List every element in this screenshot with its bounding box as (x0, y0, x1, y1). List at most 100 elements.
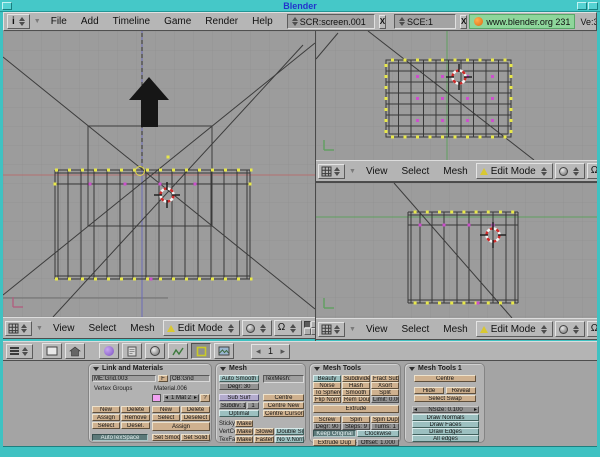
frame-prev-icon[interactable]: ◂ (256, 346, 261, 357)
editor-type-button[interactable] (5, 321, 32, 336)
spin-dup-button[interactable]: Spin Dup (371, 416, 399, 423)
menu-timeline[interactable]: Timeline (107, 16, 156, 27)
viewport-side[interactable] (316, 183, 597, 318)
panel-mesh-tools[interactable]: Mesh Tools Beauty Subdivide Fract Sub No… (309, 363, 401, 443)
material-deselect-button[interactable]: Deselect (181, 414, 210, 421)
steps-spinner[interactable]: Steps: 9 (342, 423, 370, 430)
degr-spinner[interactable]: Degr: 90 (313, 423, 341, 430)
hide-button[interactable]: Hide (414, 387, 444, 394)
centre-new-button[interactable]: Centre New (263, 402, 304, 409)
slower-draw-button[interactable]: SlowerD (254, 428, 274, 435)
vertcol-make-button[interactable]: Make (235, 428, 253, 435)
subdiv-spinner[interactable]: Subdiv: 1 (219, 402, 246, 409)
degr-spinner[interactable]: Degr: 30 (219, 383, 259, 390)
pivot-dropdown[interactable]: Ω (587, 321, 597, 337)
menu-game[interactable]: Game (158, 16, 197, 27)
clockwise-toggle[interactable]: Clockwise (357, 430, 399, 437)
scene-delete-button[interactable]: X (460, 15, 467, 29)
material-select-button[interactable]: Select (152, 414, 180, 421)
smooth-button[interactable]: Smooth (342, 389, 370, 396)
mesh-datablock-field[interactable]: ME:Grid.003 (92, 375, 156, 382)
select-swap-button[interactable]: Select Swap (414, 395, 476, 402)
draw-type-dropdown[interactable] (555, 321, 585, 337)
flip-normals-button[interactable]: Flip Norm (313, 396, 341, 403)
draw-faces-toggle[interactable]: Draw Faces (412, 421, 479, 428)
subsurf-toggle[interactable]: Sub Surf (219, 394, 259, 401)
vgroup-deselect-button[interactable]: Desel. (121, 422, 150, 429)
optimal-toggle[interactable]: Optimal (219, 410, 259, 417)
centre-button[interactable]: Centre (263, 394, 304, 401)
collapse-menu-icon[interactable]: ▼ (32, 18, 43, 25)
all-edges-toggle[interactable]: All edges (412, 435, 479, 442)
set-smooth-button[interactable]: Set Smoo (152, 434, 180, 441)
panel-collapse-icon[interactable] (409, 367, 415, 371)
scene-selector[interactable]: SCE:1 (394, 14, 456, 29)
screen-selector[interactable]: SCR:screen.001 (287, 14, 375, 29)
menu-mesh[interactable]: Mesh (437, 166, 473, 177)
logic-context-button[interactable] (99, 343, 119, 359)
menu-help[interactable]: Help (246, 16, 279, 27)
menu-view[interactable]: View (360, 166, 394, 177)
editor-divider[interactable] (315, 31, 316, 341)
menu-view[interactable]: View (47, 323, 81, 334)
material-assign-button[interactable]: Assign (152, 422, 210, 431)
menu-render[interactable]: Render (199, 16, 244, 27)
hash-button[interactable]: Hash (342, 382, 370, 389)
split-button[interactable]: Split (371, 389, 399, 396)
frame-next-icon[interactable]: ▸ (281, 346, 286, 357)
menu-mesh[interactable]: Mesh (124, 323, 160, 334)
double-sided-toggle[interactable]: Double Sided (275, 428, 304, 435)
collapse-header-icon[interactable]: ▼ (34, 325, 45, 332)
panel-link-and-materials[interactable]: Link and Materials ME:Grid.003 F OB:Grid… (88, 363, 212, 443)
extrude-button[interactable]: Extrude (313, 405, 399, 413)
screen-name[interactable]: SCR:screen.001 (300, 17, 372, 27)
set-solid-button[interactable]: Set Solid (181, 434, 210, 441)
vgroup-new-button[interactable]: New (92, 406, 120, 413)
nsize-spinner[interactable]: ◂NSize: 0.100▸ (412, 406, 479, 413)
viewport-top-canvas[interactable] (316, 31, 597, 160)
shading-context-button[interactable] (145, 343, 165, 359)
scene-browse-stepper[interactable] (399, 17, 405, 26)
autotexspace-toggle[interactable]: AutoTexSpace (92, 434, 148, 441)
fract-sub-button[interactable]: Fract Sub (371, 375, 399, 382)
remove-doubles-button[interactable]: Rem Doub (342, 396, 370, 403)
screen-delete-button[interactable]: X (379, 15, 386, 29)
panel-mesh[interactable]: Mesh Auto Smooth Degr: 30 Sub Surf Subdi… (215, 363, 306, 443)
vgroup-remove-button[interactable]: Remove (121, 414, 150, 421)
menu-mesh[interactable]: Mesh (437, 324, 473, 335)
editor-type-button[interactable] (6, 344, 33, 359)
viewport-front-canvas[interactable] (3, 31, 315, 317)
collapse-header-icon[interactable]: ▼ (347, 168, 358, 175)
screen-browse-stepper[interactable] (292, 17, 298, 26)
editor-type-button[interactable] (318, 164, 345, 179)
panel-header[interactable]: Mesh Tools 1 (405, 364, 484, 373)
menu-view[interactable]: View (360, 324, 394, 335)
panel-mesh-tools-1[interactable]: Mesh Tools 1 Centre Hide Reveal Select S… (404, 363, 485, 443)
panel-collapse-icon[interactable] (220, 367, 226, 371)
material-color-swatch[interactable] (152, 394, 161, 402)
reveal-button[interactable]: Reveal (446, 387, 476, 394)
to-sphere-button[interactable]: To Sphere (313, 389, 341, 396)
vgroup-select-button[interactable]: Select (92, 422, 120, 429)
sticky-make-button[interactable]: Make (235, 420, 253, 427)
editor-type-button[interactable] (318, 322, 345, 337)
beauty-toggle[interactable]: Beauty (313, 375, 341, 382)
script-context-button[interactable] (122, 343, 142, 359)
keep-original-toggle[interactable]: Keep Original (313, 430, 356, 437)
pivot-dropdown[interactable]: Ω (274, 320, 302, 336)
material-delete-button[interactable]: Delete (181, 406, 210, 413)
centre-view-button[interactable]: Centre (414, 375, 476, 382)
home-button[interactable] (65, 343, 85, 359)
menu-select[interactable]: Select (82, 323, 122, 334)
viewport-side-canvas[interactable] (316, 183, 597, 318)
material-new-button[interactable]: New (152, 406, 180, 413)
editor-type-stepper[interactable] (19, 17, 25, 26)
mode-dropdown[interactable]: Edit Mode (476, 321, 553, 337)
draw-normals-toggle[interactable]: Draw Normals (412, 414, 479, 421)
draw-type-dropdown[interactable] (555, 163, 585, 179)
material-index-spinner[interactable]: ◂1 Mat 2▸ (163, 394, 199, 402)
mode-dropdown[interactable]: Edit Mode (163, 320, 240, 336)
panel-header[interactable]: Mesh (216, 364, 305, 373)
editing-context-button[interactable] (191, 343, 211, 359)
mode-dropdown[interactable]: Edit Mode (476, 163, 553, 179)
